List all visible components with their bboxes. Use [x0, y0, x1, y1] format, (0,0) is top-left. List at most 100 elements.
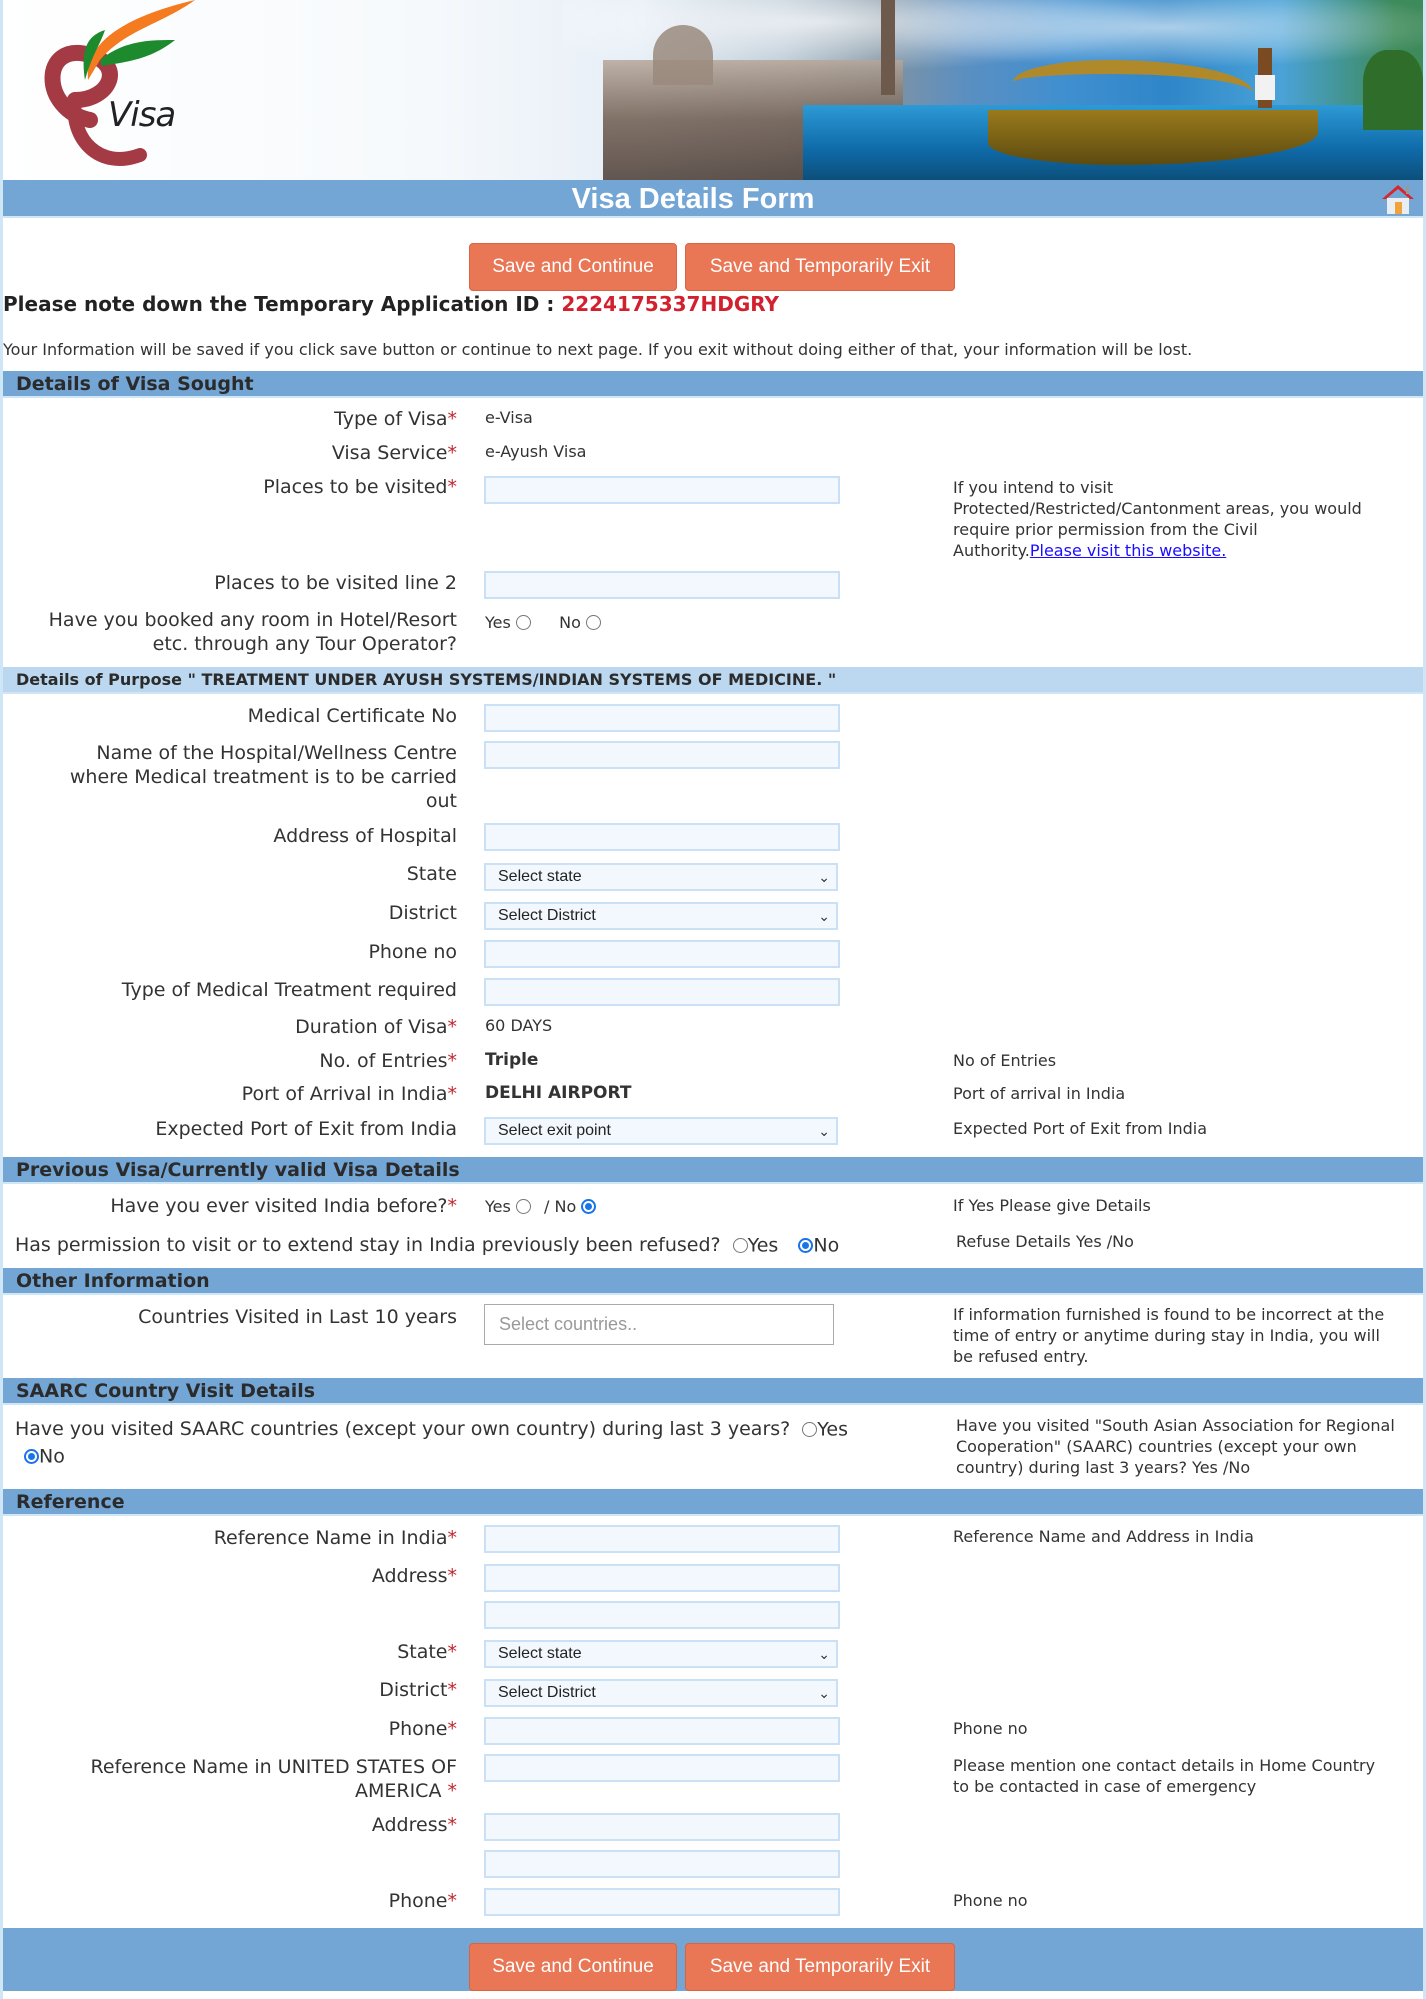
ref-home-name-label: Reference Name in UNITED STATES OF AMERI…	[90, 1756, 457, 1802]
visited-before-no-radio[interactable]	[581, 1199, 597, 1214]
refused-no-radio[interactable]	[798, 1238, 814, 1253]
page-title: Visa Details Form	[571, 183, 815, 215]
saarc-no-radio[interactable]	[24, 1448, 39, 1464]
type-of-visa-value: e-Visa	[485, 408, 533, 427]
hospital-phone-label: Phone no	[368, 941, 457, 963]
type-of-visa-label: Type of Visa*	[334, 408, 457, 430]
banner-boatman-dhoti	[1255, 75, 1275, 100]
section-reference: Reference	[3, 1489, 1423, 1516]
refused-hint: Refuse Details Yes /No	[956, 1232, 1134, 1251]
hospital-name-label: Name of the Hospital/Wellness Centre whe…	[69, 742, 457, 812]
save-exit-button-bottom[interactable]: Save and Temporarily Exit	[685, 1943, 955, 1991]
medical-certificate-input[interactable]	[484, 704, 840, 732]
hospital-state-label: State	[406, 863, 457, 885]
app-id-value: 2224175337HDGRY	[561, 292, 780, 316]
countries-visited-label: Countries Visited in Last 10 years	[138, 1306, 457, 1328]
ref-india-name-input[interactable]	[484, 1525, 840, 1553]
ref-india-name-hint: Reference Name and Address in India	[953, 1527, 1254, 1546]
ref-india-address-input[interactable]	[484, 1564, 840, 1592]
visa-service-value: e-Ayush Visa	[485, 442, 587, 461]
ref-india-phone-hint: Phone no	[953, 1719, 1028, 1738]
places-visited-line2-input[interactable]	[484, 571, 840, 599]
section-previous-visa: Previous Visa/Currently valid Visa Detai…	[3, 1157, 1423, 1184]
saarc-hint: Have you visited "South Asian Associatio…	[956, 1416, 1395, 1477]
chevron-down-icon: ⌄	[818, 869, 830, 885]
ref-india-district-select[interactable]: Select District ⌄	[484, 1679, 838, 1707]
hospital-district-label: District	[388, 902, 457, 924]
section-saarc: SAARC Country Visit Details	[3, 1378, 1423, 1405]
evisa-logo	[30, 0, 200, 175]
header-banner	[3, 0, 1423, 180]
chevron-down-icon: ⌄	[818, 908, 830, 924]
exit-port-label: Expected Port of Exit from India	[155, 1118, 457, 1140]
chevron-down-icon: ⌄	[818, 1685, 830, 1701]
exit-port-select[interactable]: Select exit point ⌄	[484, 1117, 838, 1145]
logo-text: Visa	[108, 95, 176, 135]
countries-visited-input[interactable]: Select countries..	[484, 1304, 834, 1345]
countries-visited-hint: If information furnished is found to be …	[953, 1305, 1385, 1366]
banner-tower	[881, 0, 895, 95]
hotel-booked-label: Have you booked any room in Hotel/Resort…	[48, 609, 457, 655]
ref-home-phone-input[interactable]	[484, 1888, 840, 1916]
save-continue-button-top[interactable]: Save and Continue	[469, 243, 677, 291]
arrival-port-value: DELHI AIRPORT	[485, 1083, 632, 1103]
save-exit-button-top[interactable]: Save and Temporarily Exit	[685, 243, 955, 291]
ref-india-phone-input[interactable]	[484, 1717, 840, 1745]
hotel-booked-no-radio[interactable]	[585, 615, 601, 630]
entries-label: No. of Entries*	[319, 1050, 457, 1072]
temporary-application-id: Please note down the Temporary Applicati…	[3, 292, 779, 316]
arrival-port-label: Port of Arrival in India*	[241, 1083, 457, 1105]
ref-home-name-hint: Please mention one contact details in Ho…	[953, 1756, 1376, 1796]
places-visited-label: Places to be visited*	[263, 476, 457, 498]
treatment-type-input[interactable]	[484, 978, 840, 1006]
hospital-name-input[interactable]	[484, 741, 840, 769]
visited-before-hint: If Yes Please give Details	[953, 1196, 1151, 1215]
visa-duration-value: 60 DAYS	[485, 1016, 553, 1035]
entries-hint: No of Entries	[953, 1051, 1057, 1070]
ref-home-address-input[interactable]	[484, 1813, 840, 1841]
banner-dome	[653, 25, 713, 85]
section-other-info: Other Information	[3, 1268, 1423, 1295]
home-icon[interactable]	[1380, 183, 1416, 215]
hospital-district-select[interactable]: Select District ⌄	[484, 902, 838, 930]
civil-authority-link[interactable]: Please visit this website.	[1030, 541, 1226, 560]
save-info-text: Your Information will be saved if you cl…	[3, 340, 1193, 359]
visited-before-radio-group: Yes / No	[485, 1196, 597, 1216]
section-purpose: Details of Purpose " TREATMENT UNDER AYU…	[3, 667, 1423, 694]
ref-india-state-label: State*	[397, 1641, 457, 1663]
visa-duration-label: Duration of Visa*	[295, 1016, 457, 1038]
exit-port-hint: Expected Port of Exit from India	[953, 1119, 1208, 1138]
ref-india-address-line2-input[interactable]	[484, 1601, 840, 1629]
ref-home-address-line2-input[interactable]	[484, 1850, 840, 1878]
hospital-address-label: Address of Hospital	[273, 825, 457, 847]
places-visited-line2-label: Places to be visited line 2	[214, 572, 457, 594]
places-visited-input[interactable]	[484, 476, 840, 504]
visited-before-yes-radio[interactable]	[515, 1199, 531, 1214]
ref-india-name-label: Reference Name in India*	[213, 1527, 457, 1549]
hotel-booked-radio-group: Yes No	[485, 612, 601, 632]
refused-question: Has permission to visit or to extend sta…	[15, 1234, 840, 1257]
chevron-down-icon: ⌄	[818, 1123, 830, 1139]
ref-india-phone-label: Phone*	[388, 1718, 457, 1740]
ref-home-phone-label: Phone*	[388, 1890, 457, 1912]
arrival-port-hint: Port of arrival in India	[953, 1084, 1126, 1103]
medical-certificate-label: Medical Certificate No	[247, 705, 457, 727]
saarc-yes-radio[interactable]	[802, 1422, 818, 1437]
ref-india-state-select[interactable]: Select state ⌄	[484, 1640, 838, 1668]
hotel-booked-yes-radio[interactable]	[515, 615, 531, 630]
hospital-state-select[interactable]: Select state ⌄	[484, 863, 838, 891]
ref-home-phone-hint: Phone no	[953, 1891, 1028, 1910]
save-continue-button-bottom[interactable]: Save and Continue	[469, 1943, 677, 1991]
visited-before-label: Have you ever visited India before?*	[110, 1195, 457, 1217]
saarc-question: Have you visited SAARC countries (except…	[15, 1418, 848, 1467]
ref-home-name-input[interactable]	[484, 1754, 840, 1782]
hospital-address-input[interactable]	[484, 823, 840, 851]
refused-yes-radio[interactable]	[732, 1238, 748, 1253]
app-id-label: Please note down the Temporary Applicati…	[3, 292, 562, 316]
banner-trees	[1363, 50, 1423, 130]
ref-home-address-label: Address*	[371, 1814, 457, 1836]
ref-india-address-label: Address*	[371, 1565, 457, 1587]
visa-service-label: Visa Service*	[331, 442, 457, 464]
hospital-phone-input[interactable]	[484, 940, 840, 968]
ref-india-district-label: District*	[379, 1679, 457, 1701]
